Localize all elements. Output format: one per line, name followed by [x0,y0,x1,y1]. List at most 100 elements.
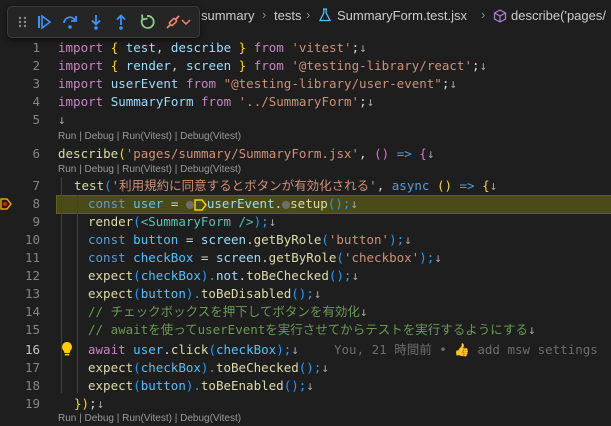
token: from [253,40,284,55]
codelens-next[interactable]: Run | Debug | Run(Vitest) | Debug(Vitest… [58,412,241,426]
code-line-2[interactable]: import { render, screen } from '@testing… [58,57,487,75]
token: import [58,40,104,55]
chevron-right-icon: › [481,7,486,22]
line-number[interactable]: 1 [0,39,40,57]
eol-marker: ↓ [366,94,375,109]
flask-icon [318,8,332,22]
line-number[interactable]: 5 [0,111,40,129]
eol-marker: ↓ [350,196,358,211]
git-blame-annotation[interactable]: You, 21 時間前 • 👍 add msw settings [334,341,598,359]
token: getByRole [268,250,337,265]
inline-breakpoint-icon[interactable] [282,200,291,209]
token: ). [200,360,216,375]
line-number[interactable]: 11 [0,249,40,267]
token: ; [89,396,97,411]
eol-marker: ↓ [449,76,457,91]
token: click [170,342,209,357]
token: const [88,232,126,247]
token: expect [88,268,134,283]
code-line-3[interactable]: import userEvent from "@testing-library/… [58,75,457,93]
line-number[interactable]: 18 [0,377,40,395]
token: ). [200,268,216,283]
paused-breakpoint-icon[interactable] [0,197,12,211]
breadcrumb-item-describe[interactable]: describe('pages/ [511,8,606,23]
token: (); [328,268,352,283]
code-line-18[interactable]: expect(button).toBeEnabled();↓ [88,377,314,395]
code-line-17[interactable]: expect(checkBox).toBeChecked();↓ [88,359,329,377]
code-line-9[interactable]: render(<SummaryForm />);↓ [88,213,276,231]
token: ). [185,378,201,393]
token: => [459,178,475,193]
line-number[interactable]: 3 [0,75,40,93]
line-number-active[interactable]: 16 [0,341,40,359]
lightbulb-icon[interactable] [61,341,73,357]
token: from [253,58,284,73]
code-line-11[interactable]: const checkBox = screen.getByRole('check… [88,249,442,267]
step-over-icon[interactable] [61,13,79,31]
token: screen [215,250,262,265]
code-line-13[interactable]: expect(button).toBeDisabled();↓ [88,285,321,303]
code-line-10[interactable]: const button = screen.getByRole('button'… [88,231,412,249]
code-line-1[interactable]: import { test, describe } from 'vitest';… [58,39,367,57]
code-line-15[interactable]: // awaitを使ってuserEventを実行させてからテストを実行するように… [88,321,535,339]
line-number[interactable]: 6 [0,145,40,163]
token: expect [88,286,134,301]
code-line-4[interactable]: import SummaryForm from '../SummaryForm'… [58,93,374,111]
eol-marker: ↓ [359,304,368,319]
code-line-5[interactable]: ↓ [58,111,66,129]
breadcrumb-item-summary[interactable]: summary [201,8,254,23]
code-line-16[interactable]: await user.click(checkBox);↓ [88,341,299,359]
continue-icon[interactable] [35,13,53,31]
code-line-14[interactable]: // チェックボックスを押下してボタンを有効化↓ [88,303,367,321]
step-out-icon[interactable] [112,13,130,31]
token: ) [381,146,390,161]
line-number[interactable]: 7 [0,177,40,195]
eol-marker: ↓ [58,112,66,127]
token: => [396,146,412,161]
symbol-method-icon [493,9,507,23]
restart-icon[interactable] [138,13,156,31]
codelens-describe[interactable]: Run | Debug | Run(Vitest) | Debug(Vitest… [58,130,241,144]
token: const [88,250,126,265]
step-into-icon[interactable] [87,13,105,31]
token: checkBox [140,268,201,283]
token: , [359,146,367,161]
code-line-7[interactable]: test('利用規約に同意するとボタンが有効化される', async () =>… [74,177,497,195]
breadcrumb-item-tests[interactable]: tests [274,8,301,23]
token: ( [133,360,141,375]
line-number[interactable]: 12 [0,267,40,285]
token: getByRole [253,232,322,247]
eol-marker: ↓ [96,396,105,411]
token: ( [336,250,344,265]
token: user [133,342,164,357]
token: button [140,378,186,393]
code-line-12[interactable]: expect(checkBox).not.toBeChecked();↓ [88,267,359,285]
codelens-test[interactable]: Run | Debug | Run(Vitest) | Debug(Vitest… [58,163,241,177]
code-line-19[interactable]: });↓ [74,395,104,413]
token: button [140,286,186,301]
breadcrumb-item-file[interactable]: SummaryForm.test.jsx [337,8,467,23]
token: screen [185,58,232,73]
line-number[interactable]: 19 [0,395,40,413]
line-number[interactable]: 2 [0,57,40,75]
code-line-8[interactable]: const user = userEvent. setup();↓ [88,195,358,213]
line-number[interactable]: 13 [0,285,40,303]
token: ( [118,146,126,161]
drag-handle-icon[interactable] [14,13,32,31]
token: 'button' [328,232,390,247]
line-number[interactable]: 15 [0,321,40,339]
token: from [185,76,217,91]
line-number[interactable]: 10 [0,231,40,249]
code-line-6[interactable]: describe('pages/summary/SummaryForm.jsx'… [58,145,434,163]
line-number[interactable]: 14 [0,303,40,321]
line-number[interactable]: 4 [0,93,40,111]
chevron-down-icon[interactable] [180,13,192,31]
line-number[interactable]: 17 [0,359,40,377]
inline-stop-marker-icon[interactable] [194,198,207,211]
line-number[interactable]: 9 [0,213,40,231]
inline-breakpoint-icon[interactable] [185,200,194,209]
debug-toolbar [7,6,200,38]
token: 'checkbox' [343,250,420,265]
token: } [238,40,247,55]
token: ( [133,378,141,393]
